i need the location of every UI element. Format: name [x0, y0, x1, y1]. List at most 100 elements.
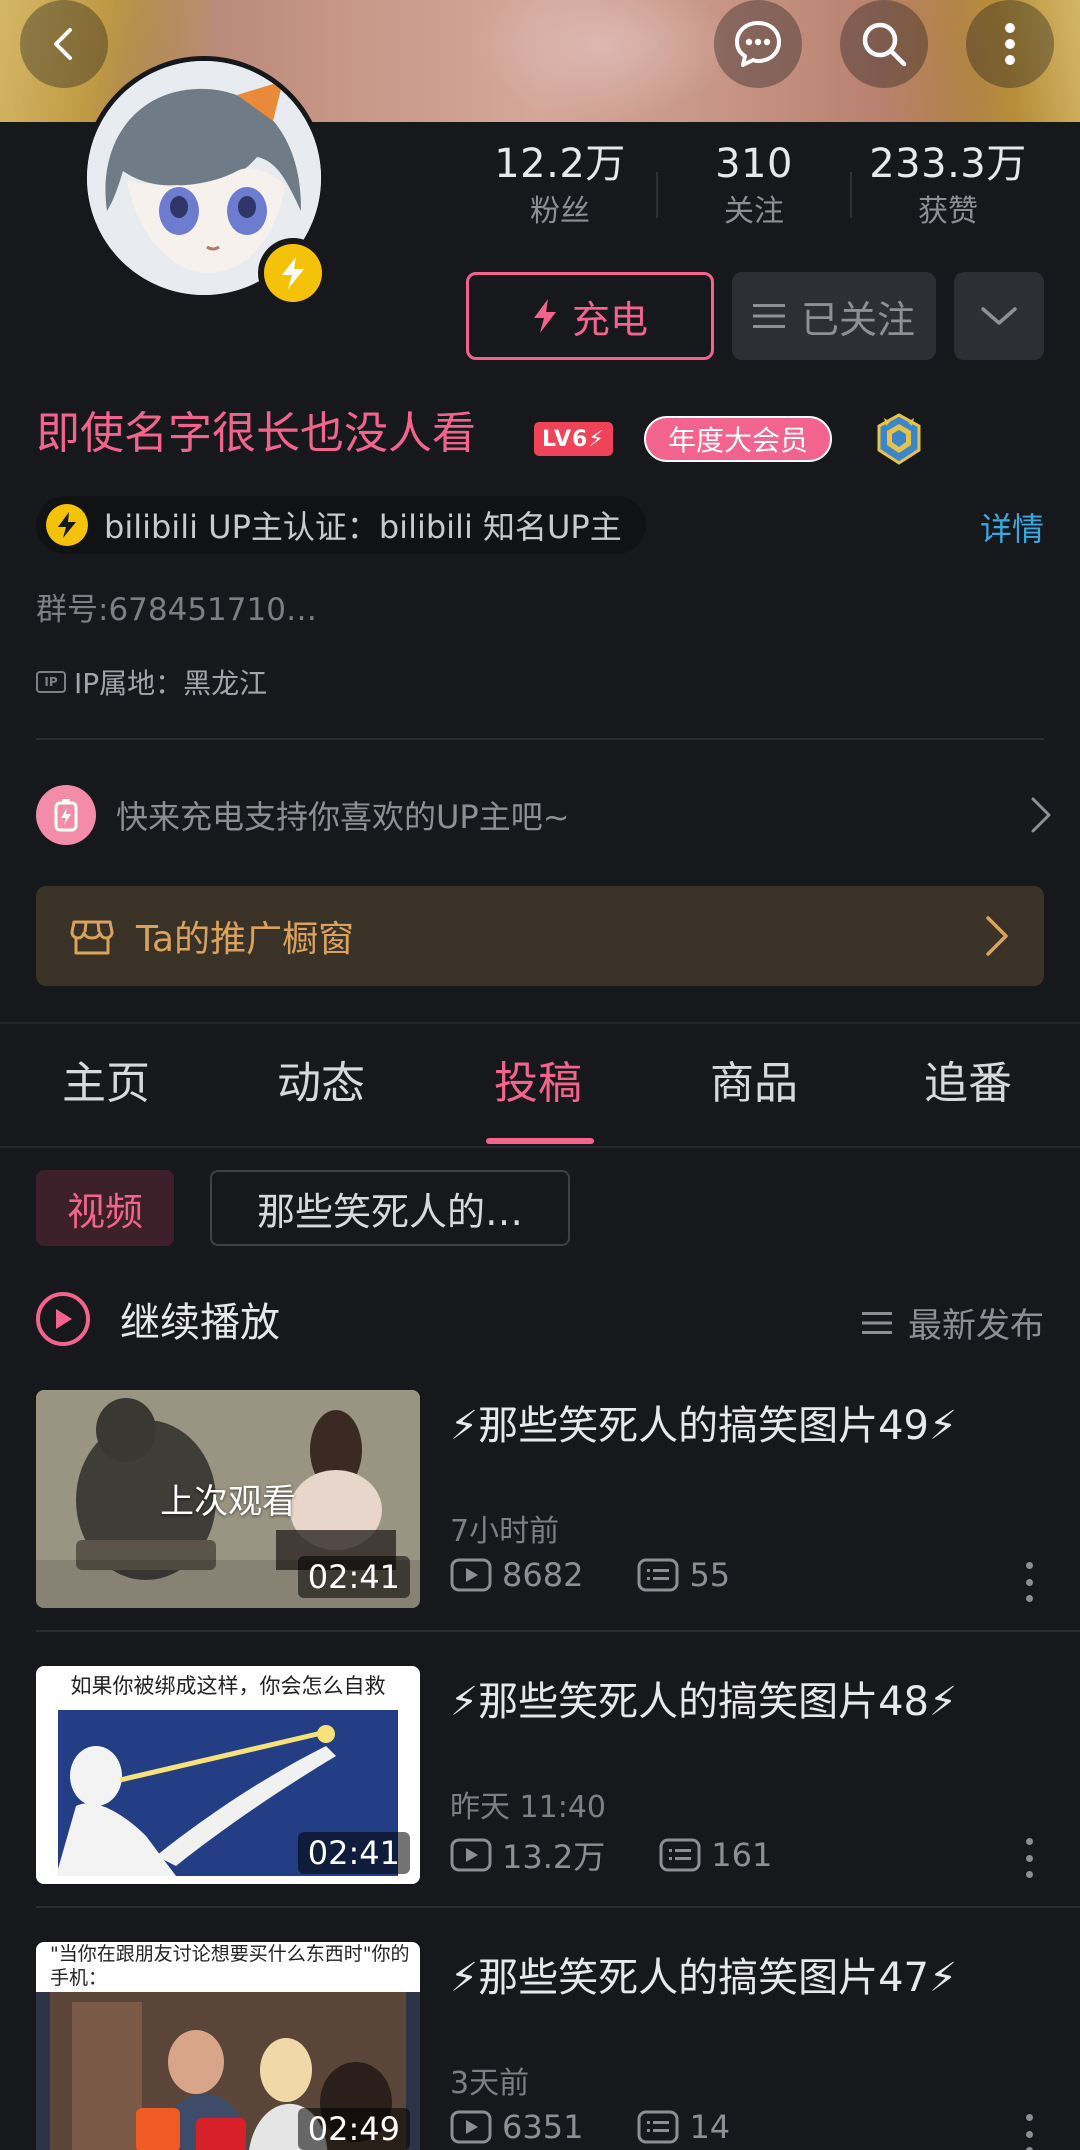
tab-uploads[interactable]: 投稿 [494, 1056, 582, 1112]
view-count: 8682 [450, 1556, 583, 1594]
continue-label: 继续播放 [120, 1300, 280, 1346]
more-vertical-icon[interactable] [1024, 1838, 1034, 1878]
tab-home[interactable]: 主页 [62, 1056, 150, 1112]
video-title[interactable]: ⚡那些笑死人的搞笑图片48⚡ [450, 1676, 957, 1728]
comment-count: 55 [637, 1556, 730, 1594]
following-label: 关注 [724, 194, 784, 229]
video-thumbnail[interactable]: "当你在跟朋友讨论想要买什么东西时"你的手机： 02:49 [36, 1942, 420, 2150]
profile-stats: 12.2万 粉丝 310 关注 233.3万 获赞 [460, 140, 1060, 250]
video-item[interactable]: 如果你被绑成这样，你会怎么自救 02:41 ⚡那些笑死人的搞笑图片48⚡ 昨天 … [0, 1666, 1080, 1926]
comment-icon [637, 2110, 679, 2144]
comment-count-text: 161 [711, 1836, 773, 1874]
continue-playback[interactable]: 继续播放 [36, 1290, 280, 1348]
comment-count: 14 [637, 2108, 730, 2146]
verification-text: bilibili UP主认证：bilibili 知名UP主 [104, 508, 622, 546]
play-count-icon [450, 2110, 492, 2144]
video-meta: 6351 14 [450, 2108, 730, 2146]
section-divider [0, 1022, 1080, 1024]
charge-prompt-row[interactable]: 快来充电支持你喜欢的UP主吧~ [36, 784, 1052, 846]
message-button[interactable] [714, 0, 802, 88]
charge-button[interactable]: 充电 [466, 272, 714, 360]
tab-products[interactable]: 商品 [710, 1056, 798, 1112]
comment-count-text: 55 [689, 1556, 731, 1594]
lightning-icon [533, 299, 556, 333]
ip-location-text: IP属地：黑龙江 [74, 667, 268, 700]
filter-chip-video[interactable]: 视频 [36, 1170, 174, 1246]
video-duration: 02:41 [297, 1832, 410, 1874]
sort-button[interactable]: 最新发布 [862, 1298, 1044, 1347]
back-icon [54, 28, 72, 60]
video-time: 7小时前 [450, 1514, 560, 1549]
view-count: 6351 [450, 2108, 583, 2146]
filter-chip-series[interactable]: 那些笑死人的… [210, 1170, 570, 1246]
video-time: 昨天 11:40 [450, 1790, 606, 1825]
thumbnail-caption: 如果你被绑成这样，你会怎么自救 [70, 1674, 386, 1698]
video-time: 3天前 [450, 2066, 530, 2101]
play-icon [36, 1292, 90, 1346]
video-thumbnail[interactable]: 如果你被绑成这样，你会怎么自救 02:41 [36, 1666, 420, 1884]
fans-count: 12.2万 [494, 141, 626, 187]
comment-count-text: 14 [689, 2108, 731, 2146]
play-count-icon [450, 1838, 492, 1872]
followed-button[interactable]: 已关注 [732, 272, 936, 360]
vip-badge[interactable]: 年度大会员 [644, 416, 833, 462]
followed-label: 已关注 [800, 297, 915, 342]
thumbnail-caption: "当你在跟朋友讨论想要买什么东西时"你的手机： [50, 1943, 410, 1989]
comment-icon [637, 1558, 679, 1592]
battery-icon [36, 785, 96, 845]
comment-icon [659, 1838, 701, 1872]
verification-pill[interactable]: bilibili UP主认证：bilibili 知名UP主 [36, 496, 646, 554]
active-tab-indicator [486, 1138, 594, 1144]
video-title[interactable]: ⚡那些笑死人的搞笑图片49⚡ [450, 1400, 957, 1452]
view-count-text: 8682 [502, 1556, 584, 1594]
stat-following[interactable]: 310 关注 [654, 140, 854, 234]
group-number[interactable]: 群号:678451710… [36, 584, 317, 629]
medal-icon[interactable] [872, 412, 926, 466]
verified-badge [258, 238, 328, 308]
stat-fans[interactable]: 12.2万 粉丝 [460, 140, 660, 234]
divider [36, 1630, 1080, 1632]
chevron-right-icon [1031, 797, 1051, 833]
lightning-icon [282, 257, 304, 289]
view-count-text: 6351 [502, 2108, 584, 2146]
search-icon [862, 22, 907, 67]
more-vertical-icon[interactable] [1024, 1562, 1034, 1602]
charge-label: 充电 [571, 297, 648, 342]
back-button[interactable] [20, 0, 108, 88]
video-duration: 02:41 [297, 1556, 410, 1598]
tab-dynamics[interactable]: 动态 [277, 1056, 365, 1112]
expand-button[interactable] [954, 272, 1044, 360]
video-thumbnail[interactable]: 上次观看 02:41 [36, 1390, 420, 1608]
message-icon [735, 21, 781, 67]
detail-link[interactable]: 详情 [980, 504, 1044, 550]
more-vertical-icon[interactable] [1024, 2114, 1034, 2150]
storefront-icon [70, 920, 114, 955]
more-vertical-icon [1005, 23, 1015, 65]
fans-label: 粉丝 [530, 194, 590, 229]
divider [36, 1906, 1080, 1908]
video-item[interactable]: 上次观看 02:41 ⚡那些笑死人的搞笑图片49⚡ 7小时前 8682 55 [0, 1390, 1080, 1650]
search-button[interactable] [840, 0, 928, 88]
ip-icon: IP [36, 671, 66, 693]
divider [36, 738, 1044, 740]
likes-label: 获赞 [918, 194, 978, 229]
video-title[interactable]: ⚡那些笑死人的搞笑图片47⚡ [450, 1952, 957, 2004]
tab-bangumi[interactable]: 追番 [924, 1056, 1012, 1112]
promo-showcase[interactable]: Ta的推广橱窗 [36, 886, 1044, 986]
profile-tabs: 主页 动态 投稿 商品 追番 [0, 1030, 1080, 1148]
video-item[interactable]: "当你在跟朋友讨论想要买什么东西时"你的手机： 02:49 ⚡那些笑死人的搞笑图… [0, 1942, 1080, 2150]
video-meta: 13.2万 161 [450, 1832, 772, 1878]
showcase-text: Ta的推广橱窗 [136, 919, 355, 960]
video-duration: 02:49 [297, 2108, 410, 2150]
video-meta: 8682 55 [450, 1556, 730, 1594]
stat-likes[interactable]: 233.3万 获赞 [848, 140, 1048, 234]
view-count-text: 13.2万 [502, 1838, 606, 1876]
more-options-button[interactable] [966, 0, 1054, 88]
ip-location: IP IP属地：黑龙江 [36, 662, 267, 702]
chevron-right-icon [986, 916, 1008, 956]
list-icon [752, 304, 785, 328]
lightning-icon [46, 504, 88, 546]
last-watched-label: 上次观看 [160, 1482, 296, 1522]
user-name: 即使名字很长也没人看 [36, 408, 476, 459]
level-badge: LV6⚡ [534, 422, 613, 456]
